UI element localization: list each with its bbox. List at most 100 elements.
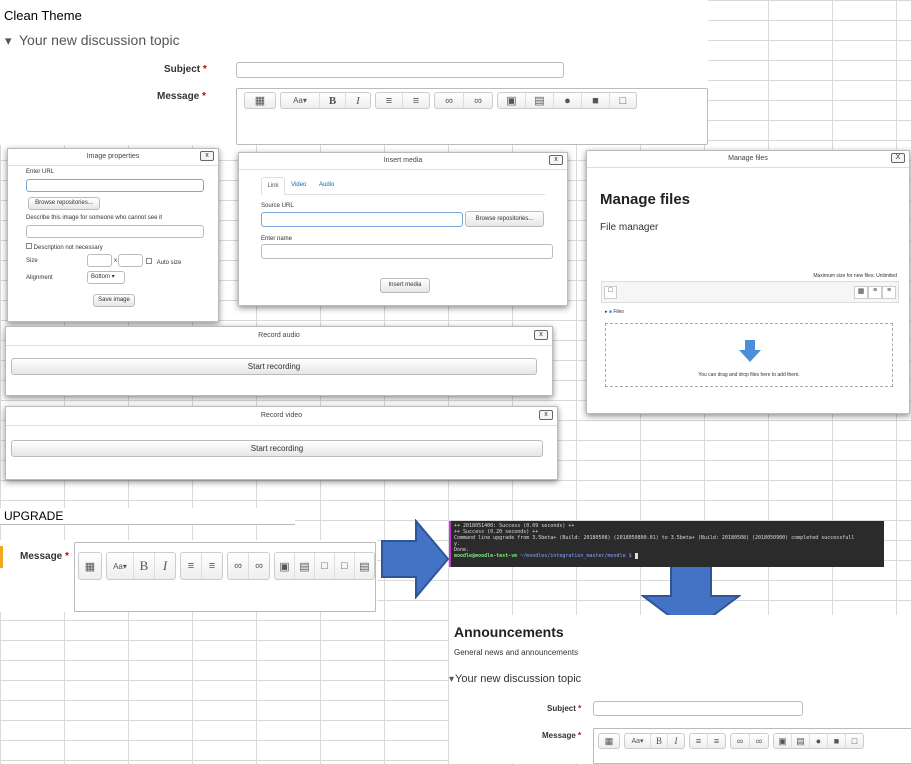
alignment-select[interactable]: Bottom ▾ [87, 271, 125, 284]
image-url-input[interactable] [26, 179, 204, 192]
browse-repositories-button[interactable]: Browse repositories... [28, 197, 100, 210]
italic-icon[interactable]: I [668, 734, 684, 748]
message-label: Message * [157, 91, 206, 102]
record-audio-title: Record audio [6, 327, 552, 346]
video-camera-icon[interactable]: ■ [828, 734, 846, 748]
size-x: x [114, 258, 117, 264]
list-view-icon[interactable]: ≡ [868, 286, 882, 299]
media-name-input[interactable] [261, 244, 553, 259]
drop-text: You can drag and drop files here to add … [698, 372, 800, 378]
font-style-icon[interactable]: Aa▾ [107, 553, 134, 579]
bold-icon[interactable]: B [320, 93, 346, 108]
link-icon[interactable]: ∞ [435, 93, 464, 108]
announcements-subject-label: Subject * [547, 704, 582, 713]
announcements-title: Announcements [454, 624, 564, 640]
max-size-label: Maximum size for new files: Unlimited [813, 273, 897, 279]
view-toggles: ▦ ≡ ≡ [854, 286, 896, 299]
image-properties-dialog: Image properties x Enter URL Browse repo… [7, 148, 219, 322]
file-toolbar: □ ▦ ≡ ≡ [601, 281, 899, 303]
bold-icon[interactable]: B [134, 553, 155, 579]
browse-repositories-button[interactable]: Browse repositories... [465, 211, 544, 227]
terminal-prompt: moodle@moodle-test-vm ~/moodles/integrat… [454, 553, 881, 559]
auto-size[interactable]: Auto size [146, 258, 181, 266]
media-tabs: Link Video Audio [261, 177, 545, 195]
close-icon[interactable]: x [549, 155, 563, 165]
tab-video[interactable]: Video [291, 177, 306, 193]
close-icon[interactable]: x [534, 330, 548, 340]
link-icon[interactable]: ∞ [731, 734, 750, 748]
upgrade-message-label: Message * [20, 551, 69, 562]
editor-toolbar: ▦ Aa▾ B I ≡ ≡ ∞ ∞ ▣ ▤ ● ■ □ [244, 92, 637, 109]
font-style-icon[interactable]: Aa▾ [281, 93, 320, 108]
bullet-list-icon[interactable]: ≡ [376, 93, 403, 108]
add-file-icon[interactable]: □ [604, 286, 617, 299]
close-icon[interactable]: x [539, 410, 553, 420]
toolbar-toggle-icon[interactable]: ▦ [599, 734, 619, 748]
video-camera-icon[interactable]: ■ [582, 93, 610, 108]
manage-files-icon[interactable]: □ [846, 734, 863, 748]
terminal-line: Command line upgrade from 3.5beta+ (Buil… [454, 535, 855, 541]
bullet-list-icon[interactable]: ≡ [690, 734, 708, 748]
width-input[interactable] [87, 254, 112, 267]
drop-zone[interactable]: You can drag and drop files here to add … [605, 323, 893, 387]
microphone-icon[interactable]: ● [554, 93, 582, 108]
collapse-icon[interactable]: ▾ [449, 674, 454, 685]
unlink-icon[interactable]: ∞ [750, 734, 768, 748]
height-input[interactable] [118, 254, 143, 267]
collapse-icon[interactable]: ▾ [5, 33, 12, 49]
document-icon[interactable]: ▤ [355, 553, 374, 579]
image-icon[interactable]: ▣ [498, 93, 526, 108]
toolbar-toggle-icon[interactable]: ▦ [245, 93, 275, 108]
upgrade-form: Message * ▦ Aa▾ B I ≡ ≡ ∞ ∞ ▣ ▤ □ □ ▤ [0, 540, 377, 612]
media-icon[interactable]: ▤ [526, 93, 554, 108]
tree-view-icon[interactable]: ≡ [882, 286, 896, 299]
announcements-subject-input[interactable] [593, 701, 803, 716]
icon-view-icon[interactable]: ▦ [854, 286, 868, 299]
media-icon[interactable]: ▤ [295, 553, 315, 579]
media-icon[interactable]: ▤ [792, 734, 810, 748]
image-icon[interactable]: ▣ [774, 734, 792, 748]
save-image-button[interactable]: Save image [93, 294, 135, 307]
source-url-input[interactable] [261, 212, 463, 227]
announcements-message-label: Message * [542, 731, 582, 740]
tab-audio[interactable]: Audio [319, 177, 334, 193]
italic-icon[interactable]: I [155, 553, 175, 579]
insert-media-title: Insert media [239, 153, 567, 170]
start-recording-audio-button[interactable]: Start recording [11, 358, 537, 375]
link-icon[interactable]: ∞ [228, 553, 249, 579]
numbered-list-icon[interactable]: ≡ [202, 553, 222, 579]
toolbar-toggle-icon[interactable]: ▦ [79, 553, 101, 579]
start-recording-video-button[interactable]: Start recording [11, 440, 543, 457]
unlink-icon[interactable]: ∞ [464, 93, 492, 108]
file-manager-label: File manager [600, 222, 659, 233]
font-style-icon[interactable]: Aa▾ [625, 734, 651, 748]
files-path[interactable]: ▸ ■ Files [605, 309, 624, 315]
tab-link[interactable]: Link [261, 177, 285, 195]
bullet-list-icon[interactable]: ≡ [181, 553, 202, 579]
announcements-subtitle: General news and announcements [454, 648, 579, 657]
numbered-list-icon[interactable]: ≡ [708, 734, 725, 748]
describe-label: Describe this image for someone who cann… [26, 215, 163, 221]
close-icon[interactable]: X [891, 153, 905, 163]
announcements-editor-toolbar: ▦ Aa▾ B I ≡ ≡ ∞ ∞ ▣ ▤ ● ■ □ [598, 733, 864, 749]
focus-marker [0, 546, 3, 568]
italic-icon[interactable]: I [346, 93, 370, 108]
numbered-list-icon[interactable]: ≡ [403, 93, 429, 108]
file-icon[interactable]: □ [335, 553, 355, 579]
close-icon[interactable]: x [200, 151, 214, 161]
image-icon[interactable]: ▣ [275, 553, 295, 579]
image-properties-title: Image properties [8, 149, 218, 166]
source-url-label: Source URL [261, 203, 294, 209]
enter-name-label: Enter name [261, 236, 293, 242]
manage-files-icon[interactable]: □ [315, 553, 335, 579]
microphone-icon[interactable]: ● [810, 734, 828, 748]
manage-files-icon[interactable]: □ [610, 93, 636, 108]
desc-not-necessary[interactable]: Description not necessary [26, 243, 103, 251]
unlink-icon[interactable]: ∞ [249, 553, 269, 579]
alignment-label: Alignment [26, 275, 53, 281]
bold-icon[interactable]: B [651, 734, 668, 748]
insert-media-button[interactable]: Insert media [380, 278, 430, 293]
announcements-topic: Your new discussion topic [455, 673, 582, 685]
subject-input[interactable] [236, 62, 564, 78]
image-description-input[interactable] [26, 225, 204, 238]
